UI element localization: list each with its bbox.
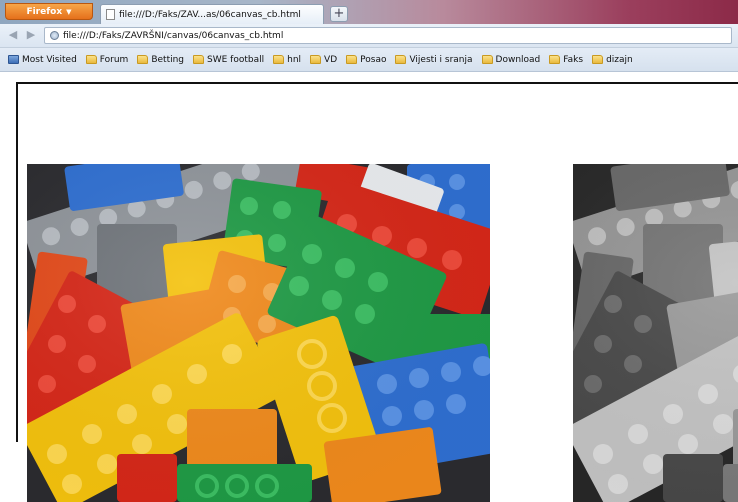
folder-icon	[481, 55, 493, 64]
folder-icon	[137, 55, 149, 64]
folder-icon	[592, 55, 604, 64]
bookmarks-toolbar: Most Visited Forum Betting SWE football …	[0, 48, 738, 72]
folder-icon	[346, 55, 358, 64]
bookmark-label: Forum	[99, 54, 129, 65]
bookmark-most-visited[interactable]: Most Visited	[8, 55, 77, 65]
bookmark-folder-vijesti[interactable]: Vijesti i sranja	[395, 54, 473, 65]
bookmark-label: Vijesti i sranja	[409, 54, 473, 65]
bookmark-label: SWE football	[207, 54, 265, 65]
lego-color-image	[27, 164, 490, 502]
url-bar[interactable]: file:///D:/Faks/ZAVRŠNI/canvas/06canvas_…	[44, 27, 732, 44]
firefox-menu-label: Firefox	[26, 6, 63, 17]
firefox-menu-button[interactable]: Firefox ▼	[5, 3, 93, 20]
new-tab-button[interactable]: +	[330, 6, 348, 22]
bookmark-label: dizajn	[606, 54, 633, 65]
bookmark-label: Posao	[360, 54, 387, 65]
folder-icon	[273, 55, 285, 64]
folder-icon	[85, 55, 97, 64]
page-icon	[106, 9, 115, 20]
bookmark-folder-betting[interactable]: Betting	[137, 55, 184, 65]
most-visited-icon	[8, 55, 19, 64]
bookmark-folder-hnl[interactable]: hnl	[273, 55, 301, 65]
folder-icon	[310, 55, 322, 64]
bookmark-label: Most Visited	[22, 54, 77, 65]
bookmark-folder-dizajn[interactable]: dizajn	[592, 55, 633, 65]
lego-grayscale-image	[573, 164, 738, 502]
navigation-bar: ◀ ▶ file:///D:/Faks/ZAVRŠNI/canvas/06can…	[0, 24, 738, 48]
url-text: file:///D:/Faks/ZAVRŠNI/canvas/06canvas_…	[63, 30, 284, 41]
lego-bricks-picture	[27, 164, 490, 502]
tab-active[interactable]: file:///D:/Faks/ZAV...as/06canvas_cb.htm…	[100, 4, 324, 24]
lego-bricks-picture-grayscale	[573, 164, 738, 502]
folder-icon	[549, 55, 561, 64]
bookmark-label: hnl	[287, 54, 302, 65]
bookmark-folder-swe-football[interactable]: SWE football	[193, 55, 264, 65]
bookmark-label: Betting	[151, 54, 185, 65]
bookmark-label: Download	[495, 54, 541, 65]
bookmark-folder-posao[interactable]: Posao	[346, 55, 386, 65]
tab-strip: Firefox ▼ file:///D:/Faks/ZAV...as/06can…	[0, 0, 738, 24]
bookmark-label: Faks	[563, 54, 584, 65]
tab-title: file:///D:/Faks/ZAV...as/06canvas_cb.htm…	[119, 9, 301, 20]
forward-arrow-icon[interactable]: ▶	[24, 28, 38, 42]
folder-icon	[395, 55, 407, 64]
chevron-down-icon: ▼	[66, 7, 72, 16]
bookmark-folder-forum[interactable]: Forum	[85, 54, 129, 65]
globe-icon	[50, 31, 59, 40]
folder-icon	[193, 55, 205, 64]
bookmark-folder-faks[interactable]: Faks	[549, 55, 583, 65]
bookmark-folder-vd[interactable]: VD	[310, 55, 337, 65]
back-arrow-icon[interactable]: ◀	[6, 28, 20, 42]
bookmark-folder-download[interactable]: Download	[481, 54, 541, 65]
bookmark-label: VD	[324, 54, 338, 65]
